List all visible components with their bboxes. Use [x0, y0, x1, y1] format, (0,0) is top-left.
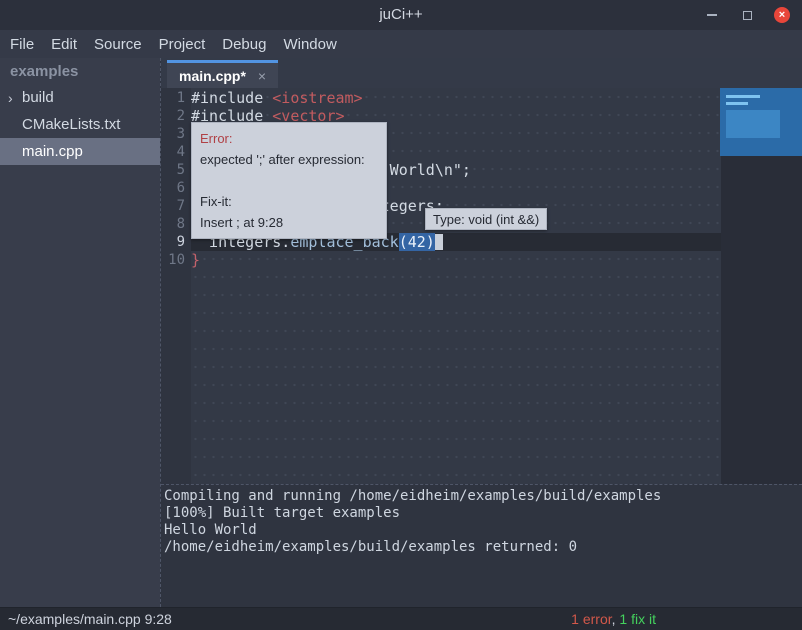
- error-title: Error:: [200, 128, 378, 149]
- terminal-line: Hello World: [164, 522, 802, 539]
- menu-window[interactable]: Window: [283, 36, 336, 53]
- menu-project[interactable]: Project: [159, 36, 206, 53]
- tree-item-cmakelists-txt[interactable]: CMakeLists.txt: [0, 111, 160, 138]
- menubar: File Edit Source Project Debug Window: [0, 30, 802, 58]
- code-text: }: [191, 251, 721, 269]
- line-number: 10: [161, 251, 191, 269]
- fixit-count: 1 fix it: [619, 611, 656, 627]
- text-cursor: [435, 234, 443, 250]
- line-number: 4: [161, 143, 191, 161]
- line-number: 2: [161, 107, 191, 125]
- code-line-1[interactable]: 1#include <iostream>: [161, 89, 802, 107]
- file-tree-sidebar: examples ›build CMakeLists.txt main.cpp: [0, 58, 160, 607]
- code-text: #include <iostream>: [191, 89, 721, 107]
- diagnostics-status: 1 error, 1 fix it: [571, 608, 656, 630]
- project-folder-name: examples: [0, 58, 160, 84]
- window-title: juCi++: [0, 0, 802, 30]
- main-area: examples ›build CMakeLists.txt main.cpp ma…: [0, 58, 802, 607]
- minimize-button[interactable]: [704, 7, 720, 23]
- tree-item-label: CMakeLists.txt: [22, 116, 120, 133]
- code-editor[interactable]: 1#include <iostream>2#include <vector>34…: [161, 88, 802, 484]
- minimize-icon: [707, 14, 717, 16]
- code-line-10[interactable]: 10}: [161, 251, 802, 269]
- terminal-line: /home/eidheim/examples/build/examples re…: [164, 539, 802, 556]
- menu-debug[interactable]: Debug: [222, 36, 266, 53]
- chevron-right-icon: ›: [8, 91, 22, 105]
- fixit-title: Fix-it:: [200, 191, 378, 212]
- titlebar: juCi++ ×: [0, 0, 802, 30]
- tree-item-label: build: [22, 89, 54, 106]
- menu-file[interactable]: File: [10, 36, 34, 53]
- tab-label: main.cpp*: [179, 68, 246, 84]
- restore-button[interactable]: [739, 7, 755, 23]
- fixit-text: Insert ; at 9:28: [200, 212, 378, 233]
- line-number: 5: [161, 161, 191, 179]
- editor-pane: main.cpp* × 1#include <iostream>2#includ…: [160, 58, 802, 607]
- terminal-output: Compiling and running /home/eidheim/exam…: [164, 488, 802, 556]
- code-segment: <iostream>: [272, 89, 362, 107]
- tab-close-icon[interactable]: ×: [258, 68, 266, 84]
- tree-item-build[interactable]: ›build: [0, 84, 160, 111]
- restore-icon: [743, 11, 752, 20]
- diagnostic-tooltip: Error: expected ';' after expression: Fi…: [191, 122, 387, 239]
- app-window: juCi++ × File Edit Source Project Debug Windo…: [0, 0, 802, 630]
- code-segment: #include: [191, 89, 272, 107]
- tree-item-main-cpp[interactable]: main.cpp: [0, 138, 160, 165]
- type-tooltip: Type: void (int &&): [425, 208, 547, 230]
- line-number: 9: [161, 233, 191, 251]
- tab-bar: main.cpp* ×: [161, 58, 802, 88]
- terminal-panel[interactable]: Compiling and running /home/eidheim/exam…: [161, 484, 802, 607]
- status-bar: ~/examples/main.cpp 9:28 1 error, 1 fix …: [0, 607, 802, 630]
- close-icon: ×: [779, 7, 785, 23]
- line-number: 7: [161, 197, 191, 215]
- error-message: expected ';' after expression:: [200, 149, 378, 170]
- line-number: 3: [161, 125, 191, 143]
- cursor-location: ~/examples/main.cpp 9:28: [8, 611, 172, 627]
- file-tree: ›build CMakeLists.txt main.cpp: [0, 84, 160, 165]
- tooltip-spacer: [200, 170, 378, 191]
- menu-edit[interactable]: Edit: [51, 36, 77, 53]
- code-segment: (42): [399, 233, 435, 251]
- window-controls: ×: [704, 0, 790, 30]
- close-button[interactable]: ×: [774, 7, 790, 23]
- menu-source[interactable]: Source: [94, 36, 142, 53]
- line-number: 6: [161, 179, 191, 197]
- terminal-line: [100%] Built target examples: [164, 505, 802, 522]
- line-number: 1: [161, 89, 191, 107]
- line-number: 8: [161, 215, 191, 233]
- error-count: 1 error: [571, 611, 611, 627]
- code-segment: }: [191, 251, 200, 269]
- terminal-line: Compiling and running /home/eidheim/exam…: [164, 488, 802, 505]
- tab-main-cpp[interactable]: main.cpp* ×: [167, 60, 278, 88]
- tree-item-label: main.cpp: [22, 143, 83, 160]
